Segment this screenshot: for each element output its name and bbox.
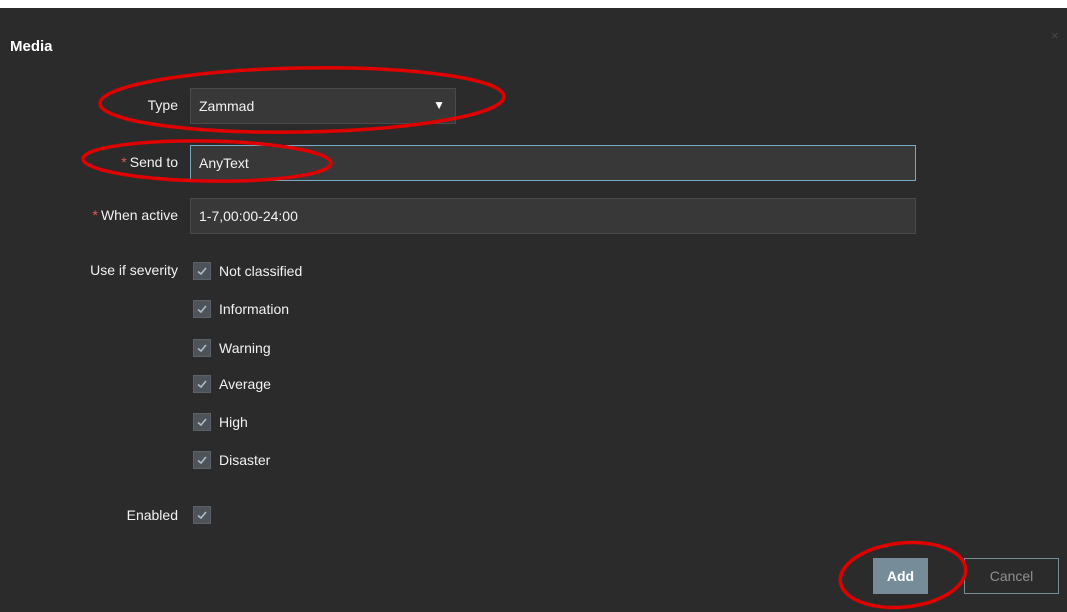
- check-icon: [197, 267, 207, 276]
- severity-checkbox[interactable]: [193, 413, 211, 431]
- triangle-down-icon: ▼: [433, 98, 445, 112]
- cancel-button[interactable]: Cancel: [964, 558, 1059, 594]
- check-icon: [197, 344, 207, 353]
- check-icon: [197, 305, 207, 314]
- enabled-label: Enabled: [126, 507, 178, 523]
- severity-option-average[interactable]: Average: [193, 373, 271, 395]
- send-to-label: * Send to: [121, 154, 178, 170]
- enabled-checkbox[interactable]: [193, 506, 211, 524]
- when-active-label: * When active: [93, 207, 179, 223]
- severity-option-warning[interactable]: Warning: [193, 337, 271, 359]
- dialog-title: Media: [10, 38, 53, 55]
- severity-option-high[interactable]: High: [193, 411, 248, 433]
- severity-option-disaster[interactable]: Disaster: [193, 449, 270, 471]
- severity-checkbox[interactable]: [193, 451, 211, 469]
- severity-option-not-classified[interactable]: Not classified: [193, 260, 302, 282]
- severity-checkbox[interactable]: [193, 375, 211, 393]
- check-icon: [197, 456, 207, 465]
- add-button[interactable]: Add: [873, 558, 928, 594]
- top-edge-strip: [0, 0, 1067, 8]
- severity-option-information[interactable]: Information: [193, 298, 289, 320]
- when-active-input[interactable]: [190, 198, 916, 234]
- check-icon: [197, 418, 207, 427]
- send-to-input[interactable]: [190, 145, 916, 181]
- type-label: Type: [147, 97, 178, 113]
- close-icon[interactable]: ×: [1051, 28, 1059, 43]
- severity-label: Use if severity: [90, 262, 178, 278]
- check-icon: [197, 380, 207, 389]
- severity-option-label[interactable]: High: [219, 414, 248, 430]
- severity-option-label[interactable]: Disaster: [219, 452, 270, 468]
- severity-option-label[interactable]: Average: [219, 376, 271, 392]
- send-to-label-text: Send to: [129, 154, 178, 170]
- severity-option-label[interactable]: Warning: [219, 340, 271, 356]
- type-select-value: Zammad: [199, 98, 255, 114]
- severity-checkbox[interactable]: [193, 262, 211, 280]
- required-mark: *: [121, 154, 127, 170]
- required-mark: *: [92, 207, 98, 223]
- type-select[interactable]: Zammad ▼: [190, 88, 456, 124]
- severity-checkbox[interactable]: [193, 300, 211, 318]
- enabled-row[interactable]: [193, 504, 211, 526]
- severity-option-label[interactable]: Not classified: [219, 263, 302, 279]
- check-icon: [197, 511, 207, 520]
- severity-checkbox[interactable]: [193, 339, 211, 357]
- when-active-label-text: When active: [100, 207, 178, 223]
- severity-option-label[interactable]: Information: [219, 301, 289, 317]
